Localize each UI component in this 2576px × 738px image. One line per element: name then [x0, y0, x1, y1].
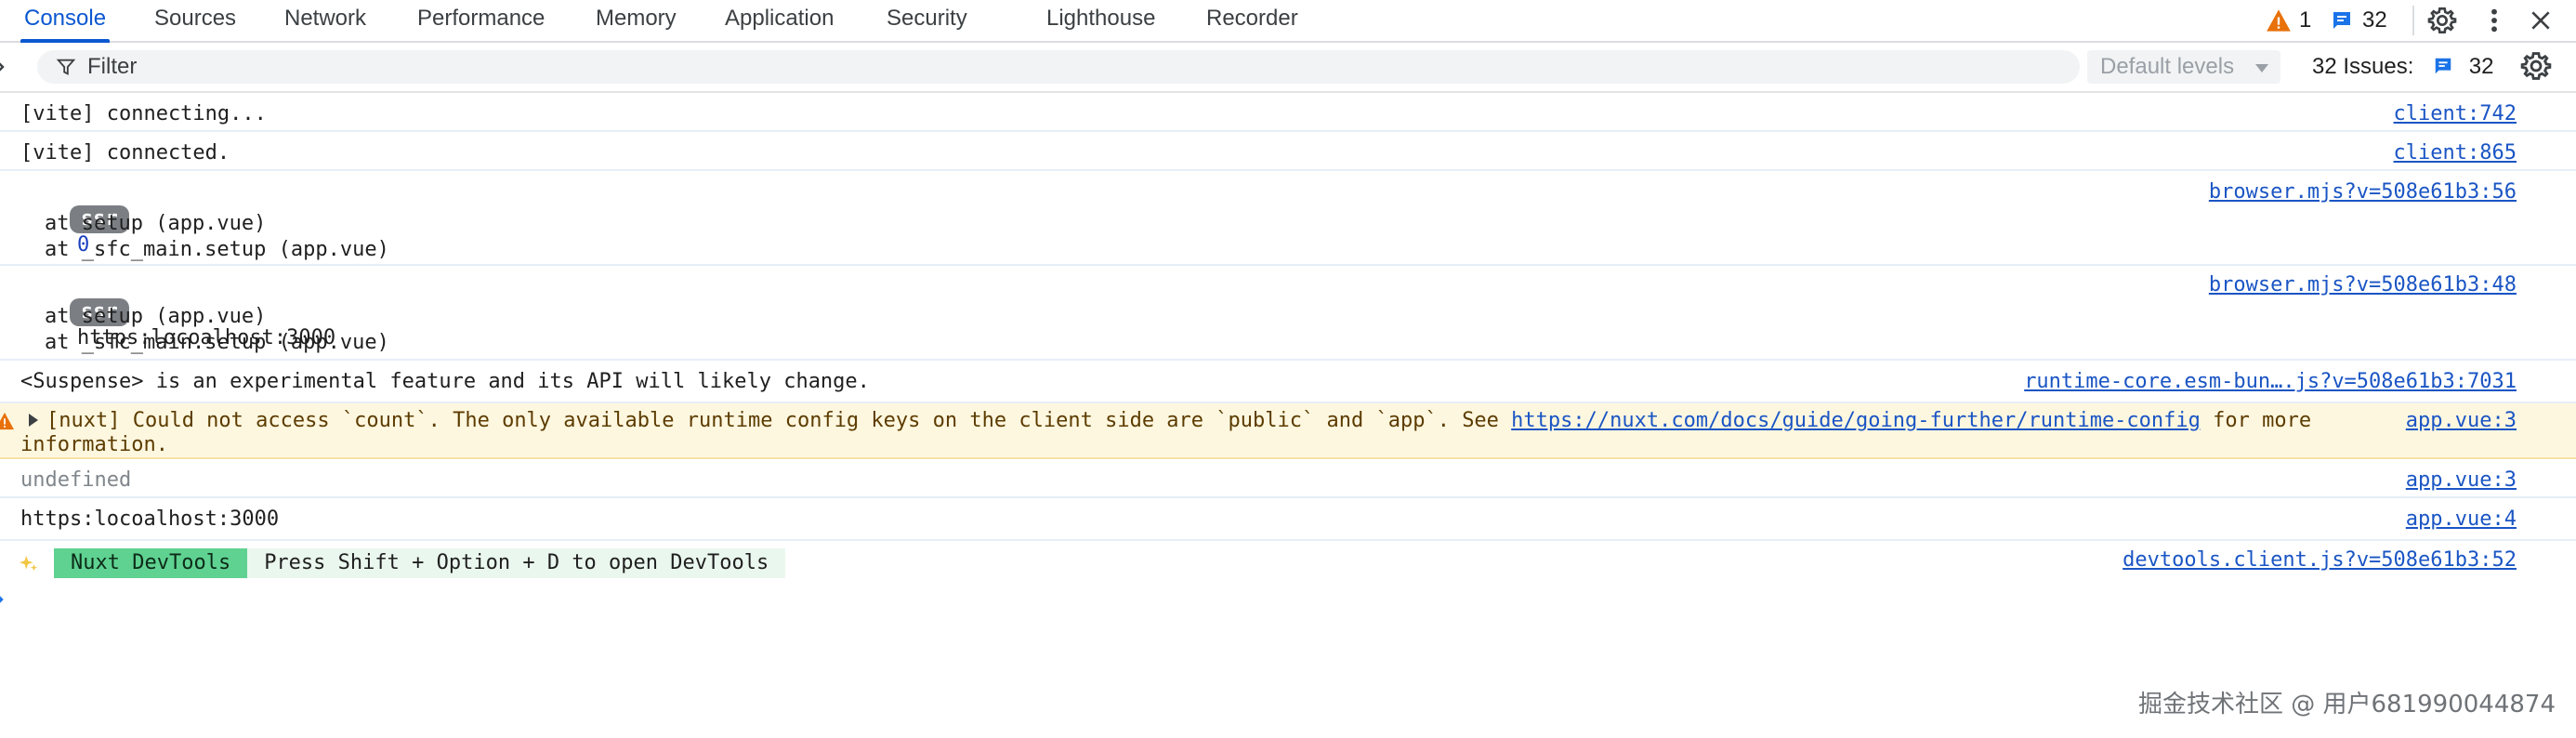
tab-performance[interactable]: Performance	[417, 0, 545, 41]
console-message: Nuxt DevTools Press Shift + Option + D to…	[0, 541, 2576, 584]
gear-icon	[2520, 52, 2552, 80]
sparkles-icon	[19, 555, 38, 572]
gear-icon	[2427, 7, 2457, 33]
filter-placeholder: Filter	[87, 54, 138, 79]
source-link[interactable]: browser.mjs?v=508e61b3:56	[2209, 180, 2517, 204]
source-link[interactable]: client:742	[2394, 102, 2517, 125]
filter-icon	[56, 59, 76, 75]
source-link[interactable]: devtools.client.js?v=508e61b3:52	[2123, 548, 2517, 572]
message-text: [vite] connected.	[20, 141, 230, 165]
prompt-chevron-icon[interactable]	[0, 591, 6, 608]
warning-text-line: information.	[20, 433, 168, 456]
source-link[interactable]: app.vue:4	[2406, 507, 2517, 531]
warning-text-line: [nuxt] Could not access `count`. The onl…	[46, 409, 2311, 432]
console-message: <Suspense> is an experimental feature an…	[0, 361, 2576, 403]
console-message: [vite] connected. client:865	[0, 132, 2576, 171]
console-message: [vite] connecting... client:742	[0, 93, 2576, 132]
tab-memory[interactable]: Memory	[596, 0, 677, 41]
docs-link[interactable]: https://nuxt.com/docs/guide/going-furthe…	[1511, 409, 2201, 432]
console-message: https:locoalhost:3000 app.vue:4	[0, 498, 2576, 541]
tab-lighthouse[interactable]: Lighthouse	[1046, 0, 1155, 41]
nuxt-devtools-banner: Nuxt DevTools Press Shift + Option + D to…	[54, 548, 786, 578]
warning-icon	[2267, 9, 2291, 32]
settings-button[interactable]	[2424, 2, 2461, 39]
chevron-right-icon	[0, 62, 5, 72]
nuxt-devtools-hint: Press Shift + Option + D to open DevTool…	[247, 548, 786, 578]
console-message: ssr 0 at setup (app.vue) at _sfc_main.se…	[0, 171, 2576, 266]
issues-label: 32 Issues:	[2312, 54, 2414, 79]
chevron-down-icon	[2255, 64, 2268, 72]
message-text: <Suspense> is an experimental feature an…	[20, 370, 870, 393]
more-options-button[interactable]	[2476, 2, 2513, 39]
warning-text: for more	[2200, 409, 2312, 432]
source-link[interactable]: runtime-core.esm-bun….js?v=508e61b3:7031	[2024, 370, 2517, 393]
nuxt-devtools-tag: Nuxt DevTools	[54, 548, 248, 578]
source-link[interactable]: app.vue:3	[2406, 468, 2517, 492]
issues-counter[interactable]: 32 Issues: 32	[2312, 50, 2493, 84]
console-settings-button[interactable]	[2520, 50, 2552, 86]
sidebar-toggle-button[interactable]	[0, 58, 7, 81]
warning-text: [nuxt] Could not access `count`. The onl…	[46, 409, 1512, 432]
message-icon	[2435, 58, 2451, 74]
expand-triangle-icon[interactable]	[28, 413, 39, 428]
tab-network[interactable]: Network	[284, 0, 366, 41]
message-counter[interactable]: 32	[2331, 0, 2387, 41]
source-link[interactable]: browser.mjs?v=508e61b3:48	[2209, 273, 2517, 297]
console-message: undefined app.vue:3	[0, 459, 2576, 498]
tab-application[interactable]: Application	[725, 0, 834, 41]
console-message: ssr https:locoalhost:3000 at setup (app.…	[0, 266, 2576, 361]
message-text: https:locoalhost:3000	[20, 507, 280, 531]
close-devtools-button[interactable]	[2522, 2, 2559, 39]
tab-security[interactable]: Security	[887, 0, 967, 41]
tab-recorder[interactable]: Recorder	[1206, 0, 1298, 41]
close-icon	[2531, 11, 2550, 30]
devtools-tab-bar: Console Sources Network Performance Memo…	[0, 0, 2576, 43]
console-filter-bar: Filter Default levels 32 Issues: 32	[0, 43, 2576, 93]
console-warning-message: [nuxt] Could not access `count`. The onl…	[0, 403, 2576, 459]
more-vertical-icon	[2491, 8, 2497, 33]
warning-count: 1	[2299, 7, 2312, 33]
tab-console[interactable]: Console	[20, 0, 111, 43]
message-text: [vite] connecting...	[20, 102, 267, 125]
message-icon	[2333, 12, 2350, 29]
message-text: undefined	[20, 468, 132, 492]
log-levels-dropdown[interactable]: Default levels	[2087, 50, 2280, 84]
watermark: 掘金技术社区 @ 用户681990044874	[2137, 691, 2556, 718]
message-count: 32	[2362, 7, 2387, 33]
issues-count: 32	[2468, 54, 2494, 79]
tab-sources[interactable]: Sources	[154, 0, 236, 41]
source-link[interactable]: app.vue:3	[2406, 409, 2517, 432]
stack-frame: at setup (app.vue)	[45, 305, 267, 328]
stack-frame: at setup (app.vue)	[45, 212, 267, 235]
log-levels-label: Default levels	[2100, 54, 2235, 79]
warning-icon	[0, 412, 14, 430]
source-link[interactable]: client:865	[2394, 141, 2517, 165]
stack-frame: at _sfc_main.setup (app.vue)	[45, 331, 389, 354]
toolbar-divider	[2412, 6, 2414, 35]
warning-counter[interactable]: 1	[2266, 0, 2311, 41]
stack-frame: at _sfc_main.setup (app.vue)	[45, 238, 389, 261]
filter-input[interactable]: Filter	[37, 50, 2080, 84]
